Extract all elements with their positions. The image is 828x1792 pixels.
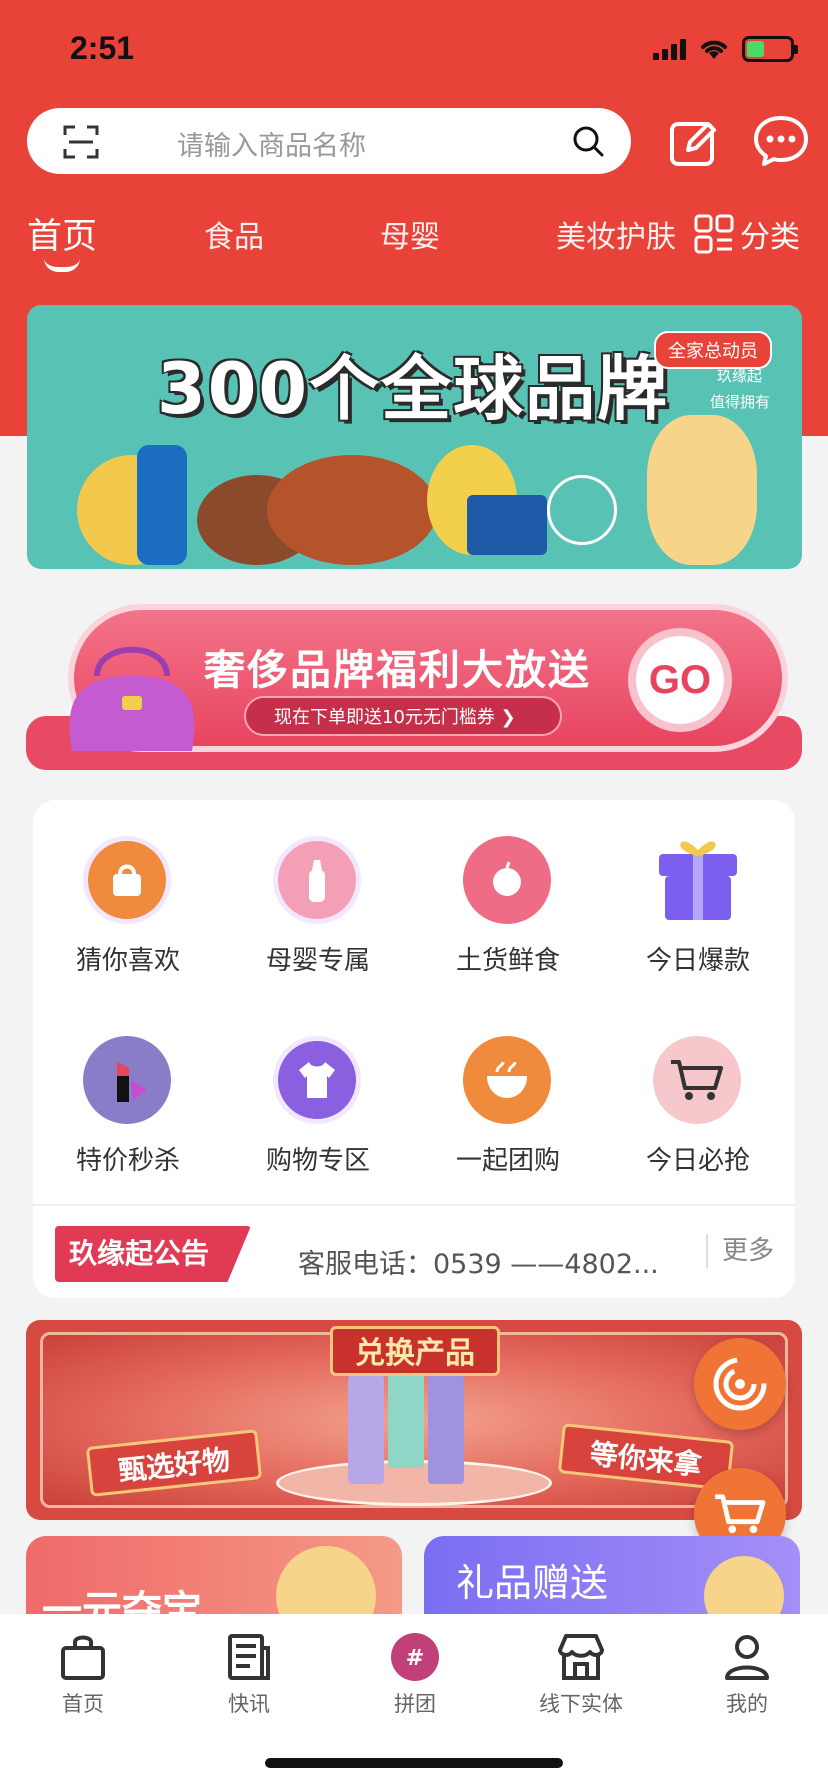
feature-label: 土货鲜食 [455, 946, 560, 976]
tab-mother-baby[interactable]: 母婴 [380, 212, 440, 256]
crab-image [267, 455, 437, 565]
go-button[interactable]: GO [628, 628, 732, 732]
message-icon[interactable] [752, 114, 810, 168]
cellular-signal-icon [653, 38, 686, 60]
feature-group-buy[interactable]: 一起团购 [413, 1000, 603, 1180]
feature-mother-baby[interactable]: 母婴专属 [223, 800, 413, 980]
tabbar-home[interactable]: 首页 [0, 1624, 166, 1724]
one-yuan-treasure-card[interactable]: 一元夺宝 [26, 1536, 402, 1616]
store-icon [558, 1634, 604, 1680]
promo-right-title: 礼品赠送 [456, 1561, 609, 1605]
feature-hot-today[interactable]: 今日爆款 [603, 800, 793, 980]
notice-text: 客服电话：0539 ——4802... [298, 1249, 659, 1280]
banner-top-slogan: 值得拥有 [709, 393, 770, 411]
feature-label: 猜你喜欢 [75, 946, 180, 976]
notice-badge: 玖缘起公告 [55, 1226, 251, 1282]
banner-top-title: 300个全球品牌 [157, 348, 670, 430]
user-icon [725, 1635, 769, 1680]
feature-local-fresh[interactable]: 土货鲜食 [413, 800, 603, 980]
tshirt-icon [273, 1036, 361, 1124]
tab-food[interactable]: 食品 [204, 212, 264, 256]
promo-left-title: 一元夺宝 [42, 1588, 202, 1616]
status-icons [653, 36, 798, 62]
tabbar-group-buy[interactable]: # 拼团 [332, 1624, 498, 1724]
banner-top-tag: 全家总动员 [654, 331, 772, 369]
wifi-icon [701, 40, 727, 59]
feature-label: 特价秒杀 [75, 1146, 180, 1176]
group-buy-icon: # [391, 1633, 439, 1681]
svg-text:#: # [406, 1646, 424, 1671]
water-bottle-image [137, 445, 187, 565]
feature-label: 今日爆款 [645, 946, 750, 976]
tabbar-label: 我的 [726, 1692, 768, 1716]
shopping-cart-icon [653, 1036, 741, 1124]
feature-label: 购物专区 [265, 1146, 370, 1176]
tabbar-label: 拼团 [394, 1692, 436, 1716]
feature-shopping-zone[interactable]: 购物专区 [223, 1000, 413, 1180]
notice-bar[interactable]: 玖缘起公告 客服电话：0539 ——4802... 更多 [33, 1204, 795, 1298]
product-tube-image [348, 1372, 384, 1484]
banner-top-brand: 玖缘起 [716, 367, 762, 385]
lipstick-icon [83, 1036, 171, 1124]
tabbar-label: 快讯 [228, 1692, 270, 1716]
gift-box-image [276, 1546, 376, 1616]
tabbar-offline-store[interactable]: 线下实体 [498, 1624, 664, 1724]
shopping-bag-icon [83, 836, 171, 924]
chips-image [647, 415, 757, 565]
bag-icon [61, 1635, 105, 1680]
globe-image [547, 475, 617, 545]
tabbar-news[interactable]: 快讯 [166, 1624, 332, 1724]
search-icon[interactable] [571, 124, 605, 158]
search-row: 请输入商品名称 [0, 108, 828, 174]
gift-giving-card[interactable]: 礼品赠送 [424, 1536, 800, 1616]
news-icon [228, 1634, 270, 1680]
category-button[interactable]: 分类 [694, 212, 800, 256]
go-label: GO [648, 657, 712, 702]
feature-label: 今日必抢 [645, 1146, 750, 1176]
edit-icon[interactable] [668, 116, 720, 168]
category-tabs: 首页 食品 母婴 美妆护肤 分类 [0, 212, 828, 282]
feature-must-grab[interactable]: 今日必抢 [603, 1000, 793, 1180]
tabbar-label: 线下实体 [539, 1692, 623, 1716]
floating-service-button[interactable] [694, 1338, 786, 1430]
cart-icon [715, 1494, 766, 1534]
scan-icon[interactable] [63, 125, 99, 159]
search-input[interactable]: 请输入商品名称 [27, 108, 631, 174]
exchange-products-banner[interactable]: 兑换产品 甄选好物 等你来拿 [26, 1320, 802, 1520]
feature-grid: 猜你喜欢 母婴专属 土货鲜食 今日爆款 特价秒杀 购物专区 一起团购 今日必抢 … [33, 800, 795, 1298]
category-grid-icon [694, 214, 734, 254]
home-indicator[interactable] [265, 1758, 563, 1768]
product-tube-image [428, 1372, 464, 1484]
notice-more-link[interactable]: 更多 [706, 1234, 774, 1268]
feature-flash-sale[interactable]: 特价秒杀 [33, 1000, 223, 1180]
luxury-banner-subtitle: 现在下单即送10元无门槛券 ❯ [244, 696, 562, 736]
baby-bottle-icon [273, 836, 361, 924]
active-tab-indicator [44, 258, 80, 272]
battery-icon [742, 36, 798, 62]
exchange-banner-title: 兑换产品 [330, 1326, 500, 1376]
search-placeholder: 请输入商品名称 [177, 131, 366, 162]
category-label: 分类 [740, 220, 800, 255]
apple-icon [463, 836, 551, 924]
gift-icon [659, 841, 737, 920]
coin-image [704, 1556, 784, 1616]
swirl-icon [713, 1357, 767, 1411]
handbag-image [69, 646, 195, 751]
feature-label: 一起团购 [455, 1146, 560, 1176]
status-bar: 2:51 [0, 0, 828, 100]
feature-label: 母婴专属 [265, 946, 370, 976]
feature-guess-you-like[interactable]: 猜你喜欢 [33, 800, 223, 980]
luxury-brands-banner[interactable]: 奢侈品牌福利大放送 现在下单即送10元无门槛券 ❯ GO [26, 596, 802, 776]
tab-home[interactable]: 首页 [27, 208, 97, 259]
coffee-box-image [467, 495, 547, 555]
tabbar-profile[interactable]: 我的 [664, 1624, 828, 1724]
status-time: 2:51 [70, 30, 135, 66]
global-brands-banner[interactable]: 300个全球品牌 全家总动员 玖缘起 值得拥有 [27, 305, 802, 569]
tab-beauty[interactable]: 美妆护肤 [556, 212, 676, 256]
noodle-bowl-icon [463, 1036, 551, 1124]
luxury-banner-title: 奢侈品牌福利大放送 [204, 646, 591, 694]
tabbar-label: 首页 [62, 1692, 104, 1716]
